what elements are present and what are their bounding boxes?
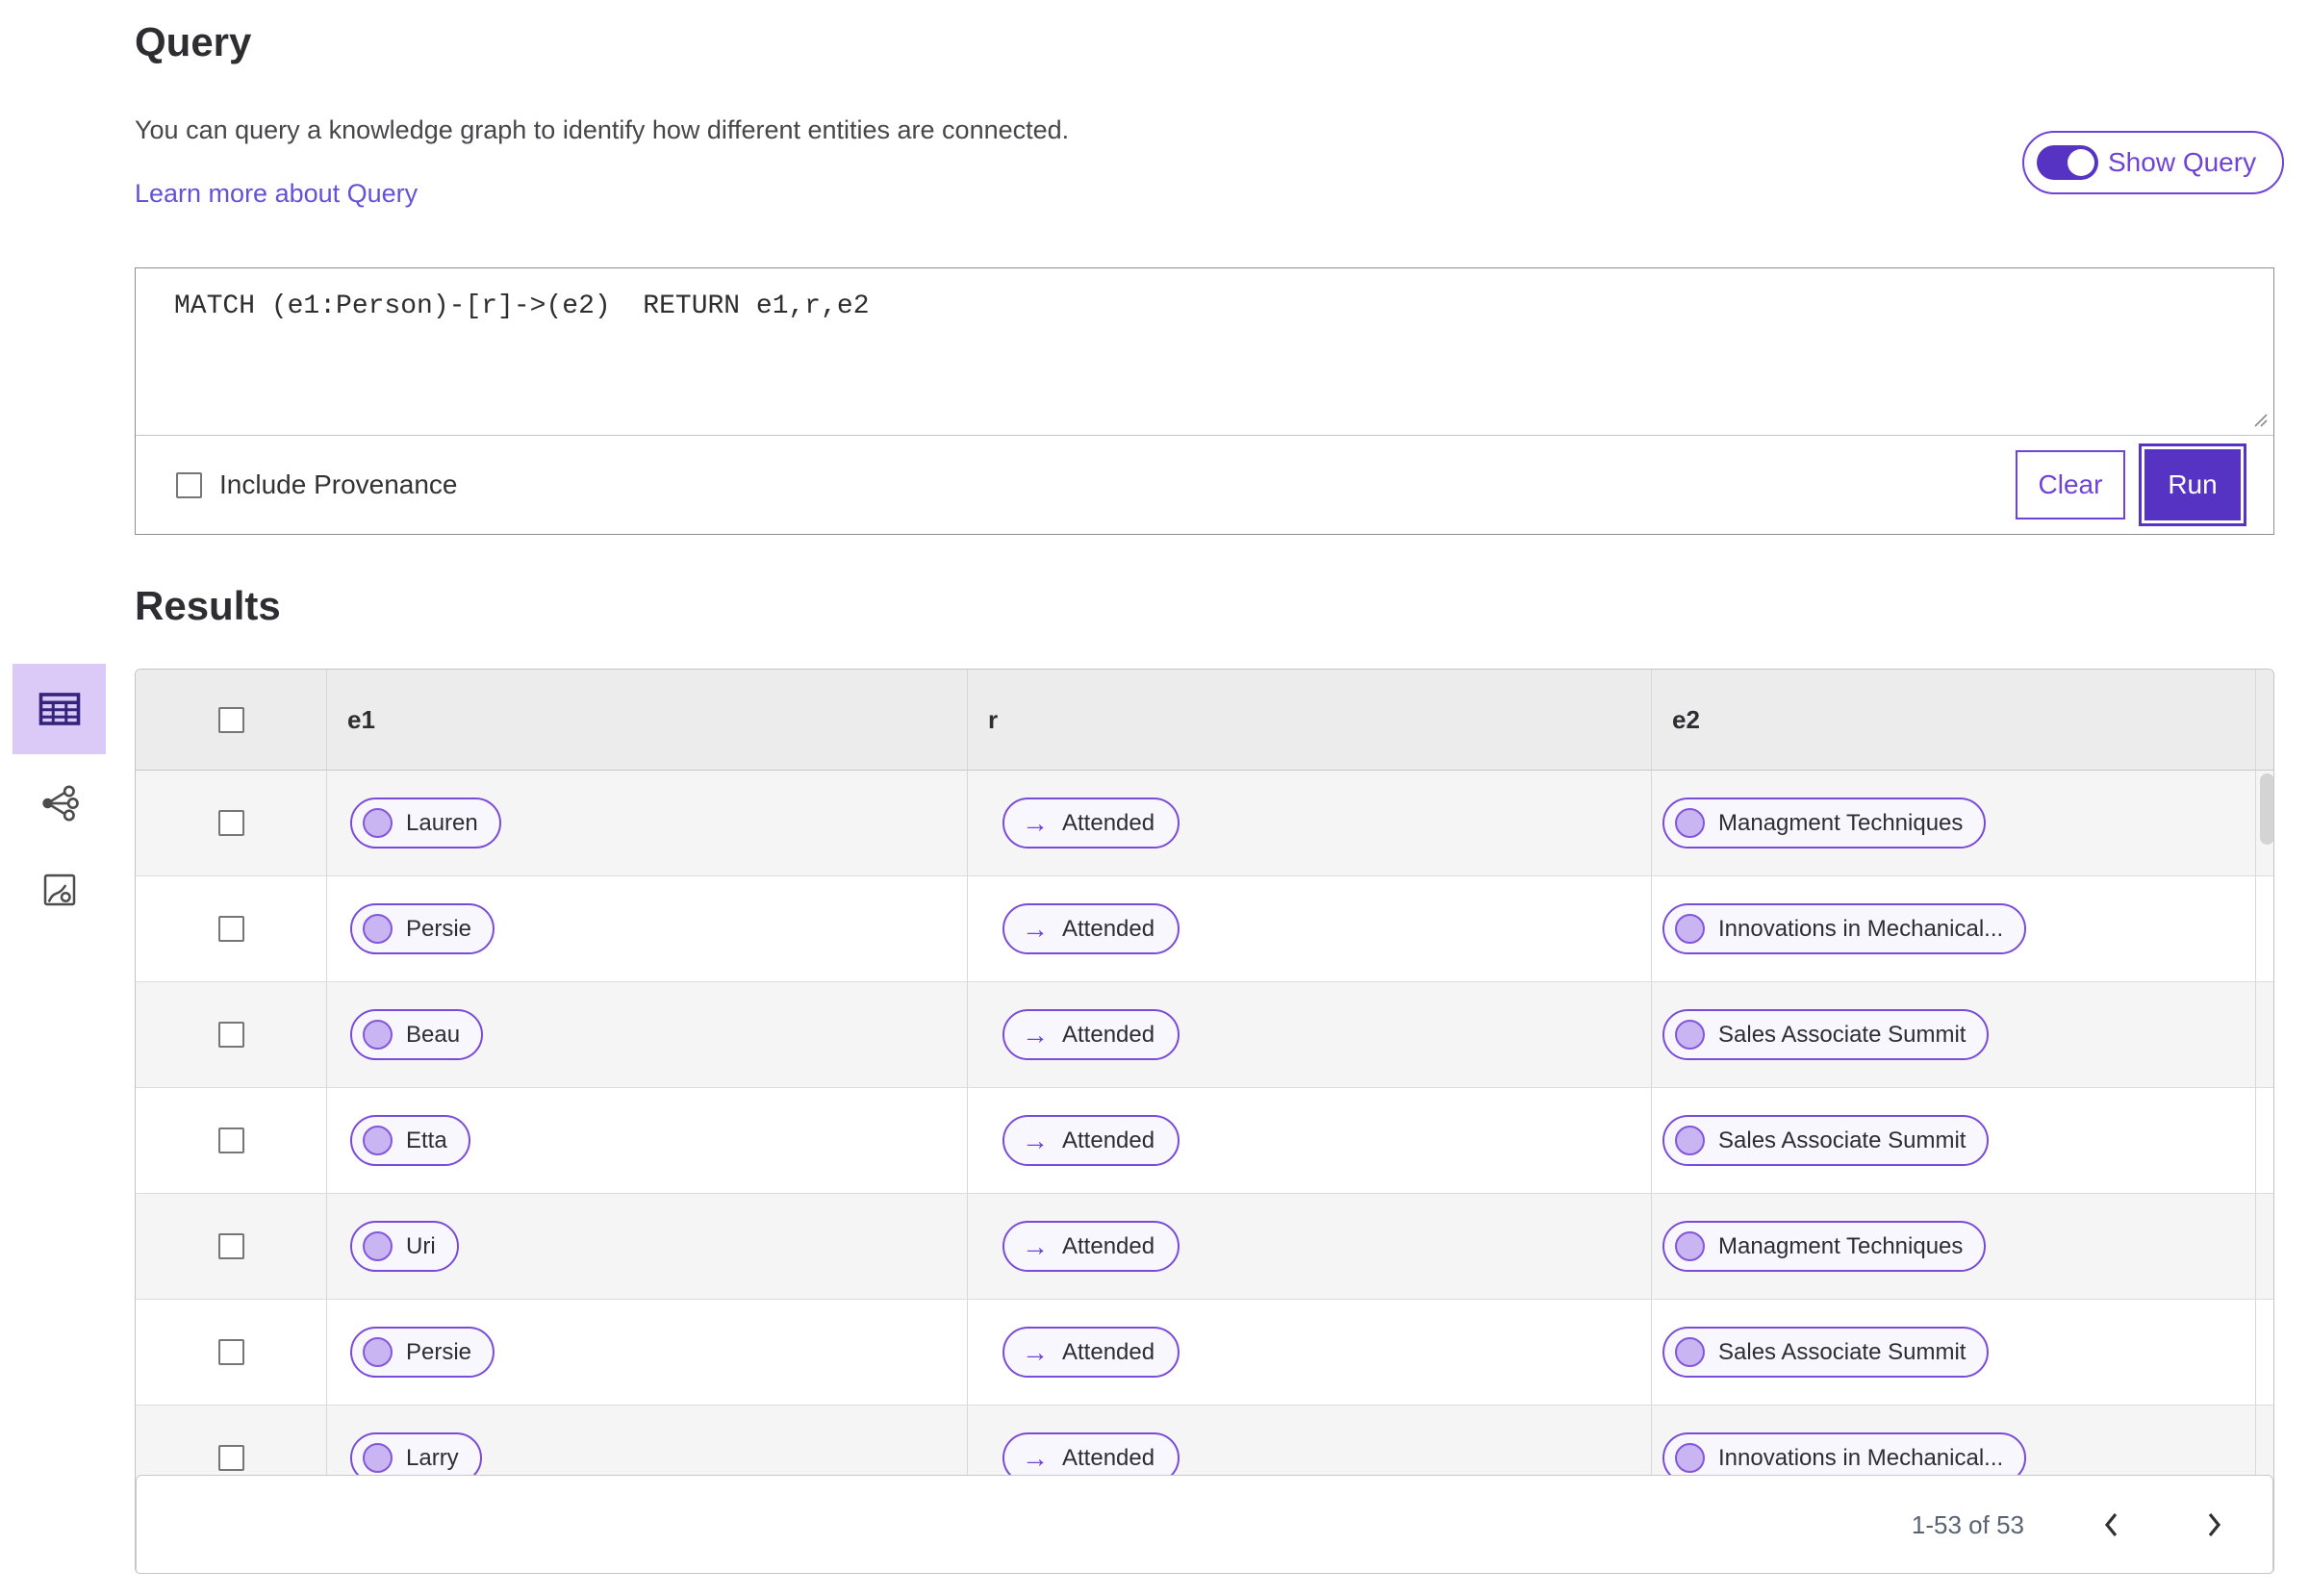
arrow-right-icon: → [1022,1230,1049,1261]
vertical-scrollbar[interactable] [2260,773,2273,845]
run-button[interactable]: Run [2139,443,2246,526]
entity-pill-e1[interactable]: Uri [350,1221,459,1272]
arrow-right-icon: → [1022,1336,1049,1367]
table-header-row: e1 r e2 [136,670,2273,771]
entity-node-icon [363,1126,393,1155]
entity-node-icon [363,808,393,838]
previous-page-button[interactable] [2097,1507,2126,1543]
entity-node-icon [363,1231,393,1261]
entity-pill-e2[interactable]: Sales Associate Summit [1662,1327,1990,1378]
table-view-icon [38,693,80,725]
toggle-switch-icon[interactable] [2037,145,2098,180]
table-row: Persie → Attended Sales Associate Summit [136,1300,2273,1406]
entity-pill-e1[interactable]: Etta [350,1115,470,1166]
entity-node-icon [1675,1443,1705,1473]
table-row: Beau → Attended Sales Associate Summit [136,982,2273,1088]
entity-node-icon [1675,1126,1705,1155]
arrow-right-icon: → [1022,1125,1049,1155]
query-editor-footer: Include Provenance Clear Run [136,436,2273,534]
entity-node-icon [363,1443,393,1473]
table-view-button[interactable] [13,664,106,754]
arrow-right-icon: → [1022,807,1049,838]
entity-pill-e2[interactable]: Managment Techniques [1662,1221,1987,1272]
row-checkbox[interactable] [217,810,244,836]
entity-pill-e1[interactable]: Beau [350,1009,484,1060]
entity-node-icon [1675,1337,1705,1367]
results-title: Results [135,583,281,628]
chart-view-button[interactable] [13,845,106,935]
relation-pill[interactable]: → Attended [1002,798,1180,849]
graph-view-button[interactable] [13,758,106,849]
row-checkbox[interactable] [217,1339,244,1365]
entity-node-icon [1675,914,1705,944]
clear-button[interactable]: Clear [2016,450,2125,519]
pagination-bar: 1-53 of 53 [136,1475,2273,1573]
select-all-checkbox[interactable] [217,706,244,733]
run-button-label: Run [2144,449,2241,520]
row-checkbox[interactable] [217,916,244,942]
chart-curve-icon [43,874,75,906]
page-description: You can query a knowledge graph to ident… [135,115,1070,144]
query-editor-panel: MATCH (e1:Person)-[r]->(e2) RETURN e1,r,… [135,267,2274,535]
query-input[interactable]: MATCH (e1:Person)-[r]->(e2) RETURN e1,r,… [136,268,2273,436]
row-checkbox[interactable] [217,1233,244,1259]
include-provenance-option[interactable]: Include Provenance [176,469,458,500]
column-header-e1: e1 [327,670,968,770]
table-row: Etta → Attended Sales Associate Summit [136,1088,2273,1194]
arrow-right-icon: → [1022,1019,1049,1050]
entity-node-icon [363,1337,393,1367]
include-provenance-label: Include Provenance [219,469,458,499]
relation-pill[interactable]: → Attended [1002,1327,1180,1378]
entity-pill-e1[interactable]: Persie [350,1327,495,1378]
row-checkbox[interactable] [217,1445,244,1471]
arrow-right-icon: → [1022,913,1049,944]
show-query-label: Show Query [2108,147,2257,177]
relation-pill[interactable]: → Attended [1002,1221,1180,1272]
next-page-button[interactable] [2199,1507,2228,1543]
entity-node-icon [1675,808,1705,838]
chevron-left-icon [2104,1512,2118,1537]
table-row: Uri → Attended Managment Techniques [136,1194,2273,1300]
row-checkbox[interactable] [217,1022,244,1048]
page-title: Query [135,19,252,64]
resize-handle-icon[interactable] [2251,411,2269,428]
chevron-right-icon [2208,1512,2221,1537]
relation-pill[interactable]: → Attended [1002,1009,1180,1060]
table-row: Persie → Attended Innovations in Mechani… [136,876,2273,982]
toggle-knob [2068,149,2094,176]
relation-pill[interactable]: → Attended [1002,1115,1180,1166]
learn-more-link[interactable]: Learn more about Query [135,179,418,209]
query-page: Query You can query a knowledge graph to… [0,0,2309,1596]
column-header-r: r [968,670,1652,770]
results-table-body: Lauren → Attended Managment Techniques P… [136,771,2273,1511]
show-query-toggle-button[interactable]: Show Query [2022,131,2284,194]
entity-pill-e2[interactable]: Sales Associate Summit [1662,1115,1990,1166]
entity-pill-e2[interactable]: Sales Associate Summit [1662,1009,1990,1060]
entity-node-icon [1675,1231,1705,1261]
row-checkbox[interactable] [217,1127,244,1153]
pagination-range-label: 1-53 of 53 [1911,1509,2024,1539]
table-row: Lauren → Attended Managment Techniques [136,771,2273,876]
include-provenance-checkbox[interactable] [176,471,202,498]
entity-pill-e2[interactable]: Innovations in Mechanical... [1662,903,2027,954]
entity-pill-e1[interactable]: Lauren [350,798,501,849]
entity-node-icon [363,914,393,944]
entity-pill-e2[interactable]: Managment Techniques [1662,798,1987,849]
relation-pill[interactable]: → Attended [1002,903,1180,954]
graph-network-icon [41,785,79,822]
column-header-e2: e2 [1652,670,2256,770]
arrow-right-icon: → [1022,1442,1049,1473]
entity-pill-e1[interactable]: Persie [350,903,495,954]
entity-node-icon [363,1020,393,1050]
results-table: e1 r e2 Lauren → Attended Managment Tech… [135,669,2274,1574]
entity-node-icon [1675,1020,1705,1050]
